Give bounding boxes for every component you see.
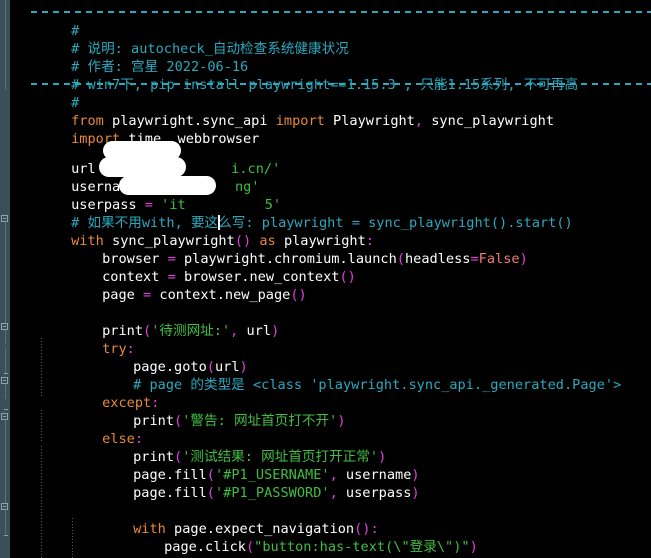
code-line[interactable]: with page.expect_navigation(): [84,502,379,537]
comma: , [414,113,424,129]
method-new-page: new_page [224,287,291,303]
indent-guide [41,410,42,442]
fold-region-line [5,509,6,534]
code-line[interactable]: # 作者: 宫星 2022-06-16 [22,40,248,75]
equals: = [470,251,479,267]
paren-open: ( [206,485,215,501]
paren-open: ( [245,539,255,555]
fold-gutter[interactable] [0,0,10,558]
string-literal: '待测网址:' [151,323,231,339]
fold-toggle-icon[interactable] [1,215,8,222]
keyword-import: import [275,113,325,129]
method-click: click [205,539,246,555]
arg-headless: headless [404,251,471,267]
paren-close: ) [337,413,346,429]
paren-close: ) [519,251,528,267]
object-page: page [164,539,197,555]
code-line[interactable]: print('测试结果: 网址首页打开正常') [84,430,386,465]
selector-login-button: "button:has-text(\"登录\")" [254,539,470,555]
fold-region-end [4,373,8,374]
code-line[interactable]: page = context.new_page() [53,268,307,303]
parens: () [290,287,307,303]
code-line[interactable]: # [22,4,79,39]
code-editor[interactable]: # # 说明: autocheck_自动检查系统健康状况 # 作者: 宫星 20… [0,0,651,558]
paren-open: ( [174,413,183,429]
paren-open: ( [143,323,152,339]
variable-url: url [238,323,272,339]
indent-guide [41,446,42,558]
fold-region-line [5,0,6,90]
assign-operator: = [143,287,152,303]
indent-guide [41,338,42,396]
code-line[interactable]: # [22,76,79,111]
fold-region-line [5,419,6,505]
paren-open: ( [396,251,405,267]
code-line[interactable]: import time, webbrowser [22,112,259,147]
parens: () [339,269,356,285]
constant-false: False [478,251,520,267]
code-line[interactable]: from playwright.sync_api import Playwrig… [22,94,554,129]
fold-toggle-icon[interactable] [1,323,8,330]
string-literal: '警告: 网址首页打不开' [182,413,338,429]
code-line[interactable]: context = browser.new_context() [53,250,356,285]
dot: . [196,539,206,555]
comment-divider-bottom [31,83,651,85]
comma: , [329,485,338,501]
text-caret [218,215,220,230]
fold-region-end [4,409,8,410]
comment-text: # win7下, pip install playwright==1.15.3 … [71,77,579,93]
comment-text: # page 的类型是 <class 'playwright.sync_api.… [133,377,622,393]
indent-guide [72,518,73,558]
paren-close: ) [411,485,420,501]
code-line[interactable]: else: [53,412,143,447]
paren-close: ) [469,539,478,555]
dot: . [216,287,225,303]
code-line[interactable]: with sync_playwright() as playwright: [22,214,374,249]
code-line[interactable]: # page 的类型是 <class 'playwright.sync_api.… [84,358,621,393]
imported-name: sync_playwright [423,113,555,129]
fold-region-line [5,347,6,374]
code-line[interactable]: except: [53,376,159,411]
fold-toggle-icon[interactable] [1,413,8,420]
imported-name: Playwright [324,113,415,129]
comment-divider-top [31,11,651,13]
code-line[interactable]: # 如果不用with, 要这么写: playwright = sync_play… [22,196,573,231]
selector-password: '#P1_PASSWORD' [214,485,330,501]
dot: . [165,485,175,501]
redaction-password [119,176,216,195]
method-fill: fill [174,485,207,501]
paren-close: ) [271,323,280,339]
code-line[interactable]: print('待测网址:', url) [53,304,279,339]
code-line[interactable]: page.fill('#P1_USERNAME', username) [84,448,420,483]
fold-region-line [5,383,6,399]
redaction-username [99,157,186,177]
fold-toggle-icon[interactable] [1,377,8,384]
variable-userpass: userpass [337,485,412,501]
code-line[interactable]: page.click("button:has-text(\"登录\")") [115,520,478,555]
fold-toggle-icon[interactable] [1,503,8,510]
code-line[interactable]: browser = playwright.chromium.launch(hea… [53,232,528,267]
object-page: page [133,485,166,501]
fold-region-end [4,535,8,536]
code-line[interactable]: page.fill('#P1_PASSWORD', userpass) [84,466,420,501]
code-line[interactable]: # 说明: autocheck_自动检查系统健康状况 [22,22,349,57]
object-name: context [151,287,217,303]
code-line[interactable]: # win7下, pip install playwright==1.15.3 … [22,58,578,93]
variable-page: page [102,287,144,303]
code-line[interactable]: page.goto(url) [84,340,248,375]
code-line[interactable]: try: [53,322,135,357]
code-line[interactable]: print('警告: 网址首页打不开') [84,394,345,429]
